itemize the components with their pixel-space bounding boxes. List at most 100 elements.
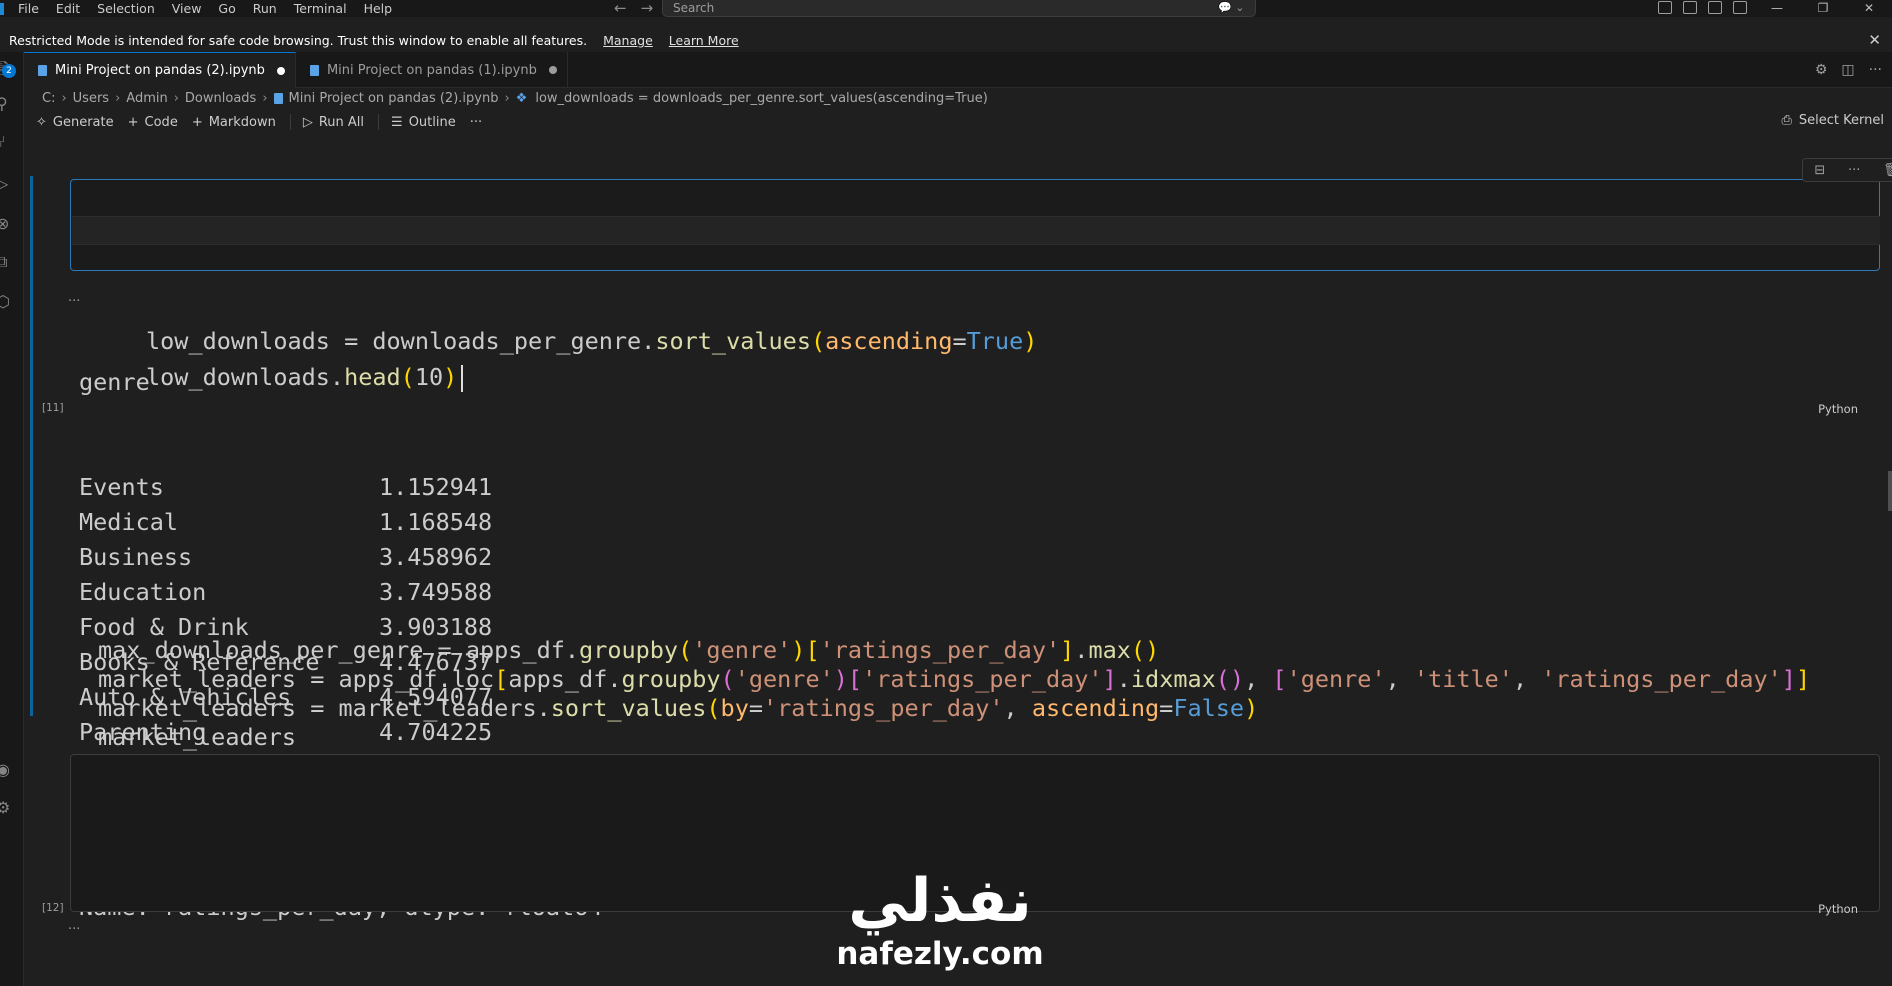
- tab-mini-project-1[interactable]: Mini Project on pandas (1).ipynb: [296, 52, 568, 88]
- series-row: Events 1.152941: [79, 470, 602, 505]
- cell-more-icon[interactable]: ···: [1848, 163, 1860, 178]
- delete-cell-icon[interactable]: 🗑: [1883, 163, 1892, 178]
- cell-focus-indicator: [30, 176, 33, 716]
- banner-message: Restricted Mode is intended for safe cod…: [9, 33, 588, 48]
- genre-value: 1.168548: [379, 508, 493, 536]
- breadcrumb-cell[interactable]: low_downloads = downloads_per_genre.sort…: [535, 91, 987, 106]
- markdown-label: Markdown: [208, 114, 276, 130]
- breadcrumb-file[interactable]: Mini Project on pandas (2).ipynb: [289, 91, 499, 106]
- select-kernel-button[interactable]: ⎙ Select Kernel: [1782, 113, 1884, 128]
- settings-gear-icon[interactable]: ⚙: [0, 798, 14, 817]
- plus-icon: +: [127, 114, 139, 130]
- cell-language[interactable]: Python: [1818, 902, 1858, 916]
- split-cell-icon[interactable]: ⊟: [1814, 163, 1825, 178]
- learn-more-link[interactable]: Learn More: [669, 33, 739, 48]
- output-header: genre: [79, 368, 150, 396]
- activity-bar: 🗎 2 ⚲ ⑂ ▷ ⊗ ⧉ ⬡ ◉ ⚙: [0, 52, 24, 986]
- chevron-right-icon: ›: [262, 90, 268, 106]
- window-controls: — ❐ ✕: [1754, 0, 1892, 17]
- run-debug-icon[interactable]: ▷: [0, 174, 14, 193]
- manage-link[interactable]: Manage: [603, 33, 653, 48]
- toggle-secondary-sidebar-icon[interactable]: [1733, 1, 1747, 14]
- series-row: Medical 1.168548: [79, 505, 602, 540]
- minimize-icon[interactable]: —: [1754, 0, 1800, 17]
- outline-label: Outline: [408, 114, 456, 130]
- series-row: Education 3.749588: [79, 575, 602, 610]
- customize-layout-icon[interactable]: [1658, 1, 1672, 14]
- outline-button[interactable]: ☰ Outline: [391, 115, 456, 130]
- menu-go[interactable]: Go: [218, 1, 235, 16]
- restore-icon[interactable]: ❐: [1800, 0, 1846, 17]
- toolbar-more-button[interactable]: ···: [470, 115, 482, 130]
- tab-mini-project-2[interactable]: Mini Project on pandas (2).ipynb: [24, 52, 296, 88]
- tab-label: Mini Project on pandas (2).ipynb: [55, 63, 265, 78]
- split-editor-icon[interactable]: ◫: [1841, 62, 1854, 78]
- chevron-right-icon: ›: [61, 90, 67, 106]
- kernel-icon: ⎙: [1781, 113, 1792, 128]
- cell-language[interactable]: Python: [1818, 402, 1858, 416]
- watermark-arabic: نفذلي: [848, 866, 1032, 936]
- menu-run[interactable]: Run: [253, 1, 277, 16]
- back-arrow-icon[interactable]: ←: [614, 0, 627, 17]
- plus-icon: +: [191, 114, 203, 130]
- genre-label: Business: [79, 543, 193, 571]
- current-line-highlight: [72, 216, 1880, 245]
- tab-label: Mini Project on pandas (1).ipynb: [326, 62, 537, 78]
- code-line[interactable]: max_downloads_per_genre = apps_df.groupb…: [98, 636, 1159, 665]
- generate-button[interactable]: ✧ Generate: [36, 115, 114, 130]
- account-icon[interactable]: ◉: [0, 760, 14, 779]
- add-markdown-button[interactable]: + Markdown: [192, 115, 276, 130]
- notebook-settings-gear-icon[interactable]: ⚙: [1815, 62, 1828, 78]
- unsaved-dot-icon[interactable]: [548, 66, 557, 74]
- breadcrumb-admin[interactable]: Admin: [126, 91, 167, 106]
- notebook-editor: low_downloads = downloads_per_genre.sort…: [24, 134, 1892, 986]
- extensions-icon[interactable]: ⧉: [0, 252, 14, 271]
- close-window-icon[interactable]: ✕: [1846, 0, 1892, 17]
- search-icon[interactable]: ⚲: [0, 94, 14, 113]
- menu-help[interactable]: Help: [364, 1, 393, 16]
- menu-selection[interactable]: Selection: [97, 1, 155, 16]
- output-more-icon[interactable]: ···: [68, 922, 80, 937]
- scrollbar-thumb[interactable]: [1888, 471, 1892, 511]
- source-control-icon[interactable]: ⑂: [0, 132, 14, 151]
- menu-file[interactable]: File: [18, 1, 39, 16]
- command-center-search[interactable]: Search: [662, 0, 1256, 17]
- more-actions-icon[interactable]: ···: [1869, 62, 1882, 78]
- copilot-icon[interactable]: 💬 ⌄: [1218, 1, 1244, 14]
- notebook-file-icon: [309, 64, 319, 76]
- toggle-panel-icon[interactable]: [1708, 1, 1722, 14]
- series-row: Business 3.458962: [79, 540, 602, 575]
- layout-controls: [1658, 1, 1747, 14]
- watermark-latin: nafezly.com: [836, 936, 1044, 972]
- testing-icon[interactable]: ⬡: [0, 292, 14, 311]
- code-line[interactable]: market_leaders: [98, 723, 296, 752]
- unsaved-dot-icon[interactable]: [276, 66, 285, 75]
- toolbar-divider: [289, 114, 291, 130]
- remote-icon[interactable]: ⊗: [0, 214, 14, 233]
- close-banner-icon[interactable]: ✕: [1868, 31, 1881, 49]
- notebook-file-icon: [273, 92, 283, 104]
- code-line[interactable]: market_leaders = apps_df.loc[apps_df.gro…: [98, 665, 1810, 694]
- code-line[interactable]: market_leaders = market_leaders.sort_val…: [98, 694, 1258, 723]
- code-cell-11[interactable]: [70, 179, 1880, 271]
- run-all-icon: ▷: [302, 114, 313, 130]
- breadcrumb-drive[interactable]: C:: [42, 91, 55, 106]
- notebook-file-icon: [38, 65, 47, 76]
- breadcrumb-downloads[interactable]: Downloads: [185, 91, 256, 106]
- chevron-right-icon: ›: [115, 90, 121, 106]
- cell-symbol-icon: ❖: [515, 90, 528, 106]
- breadcrumb-users[interactable]: Users: [73, 91, 109, 106]
- menu-terminal[interactable]: Terminal: [294, 1, 347, 16]
- genre-value: 1.152941: [379, 473, 493, 501]
- execution-count: [12]: [42, 902, 64, 914]
- chevron-right-icon: ›: [504, 90, 510, 106]
- generate-label: Generate: [52, 114, 114, 130]
- cell-toolbar: ⊟ ··· 🗑: [1802, 158, 1892, 182]
- menu-edit[interactable]: Edit: [56, 1, 80, 16]
- add-code-button[interactable]: + Code: [128, 115, 178, 130]
- forward-arrow-icon[interactable]: →: [641, 0, 654, 17]
- menu-view[interactable]: View: [172, 1, 202, 16]
- sparkle-icon: ✧: [36, 114, 47, 130]
- run-all-button[interactable]: ▷ Run All: [303, 115, 364, 130]
- toggle-primary-sidebar-icon[interactable]: [1683, 1, 1697, 14]
